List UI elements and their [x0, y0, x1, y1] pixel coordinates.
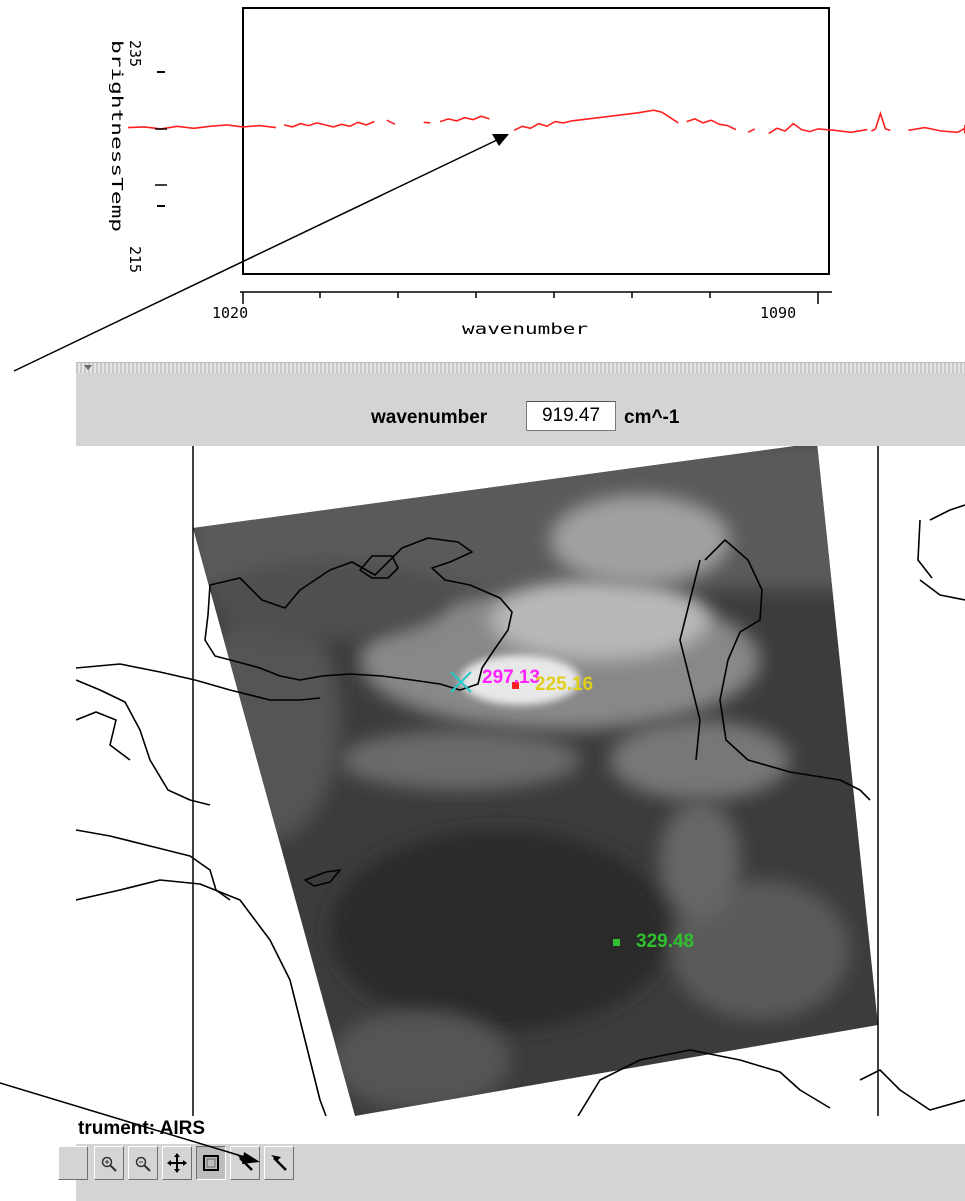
collapse-arrow-icon[interactable] [84, 365, 92, 370]
yellow-probe-label: 225.16 [535, 674, 593, 695]
x-axis: 1020 1090 wavenumber [212, 291, 832, 338]
green-probe-label: 329.48 [636, 931, 694, 952]
spectrum-chart: 235 215 brightnessTemp 1020 1090 wavenum… [108, 7, 965, 338]
y-axis: 235 215 brightnessTemp [108, 40, 167, 273]
select-box-button[interactable] [196, 1146, 226, 1180]
green-probe-marker[interactable] [613, 939, 620, 946]
plot-frame [242, 7, 830, 275]
series-0-segment-8 [768, 122, 868, 135]
wavenumber-label: wavenumber [371, 407, 488, 428]
series-0-segment-4 [439, 115, 490, 123]
pointer-alt-icon [271, 1155, 287, 1171]
series-0-segment-2 [386, 119, 396, 126]
map-display[interactable]: 297.13 225.16 329.48 [76, 446, 965, 1116]
pointer-alt-button[interactable] [264, 1146, 294, 1180]
series-0-segment-3 [423, 121, 431, 124]
y-tick-label-235: 235 [126, 40, 144, 67]
y-axis-title: brightnessTemp [108, 40, 126, 232]
pan-icon [167, 1153, 187, 1173]
map-toolbar [58, 1144, 965, 1201]
series-0-segment-9 [871, 110, 891, 132]
pointer-icon [237, 1155, 253, 1171]
pan-button[interactable] [162, 1146, 192, 1180]
instrument-status: trument: AIRS [76, 1116, 965, 1144]
series-layer [127, 109, 965, 135]
x-axis-title: wavenumber [462, 320, 588, 338]
select-box-icon [203, 1155, 219, 1171]
zoom-out-button[interactable] [128, 1146, 158, 1180]
magenta-probe-label: 297.13 [482, 667, 540, 688]
x-tick-label-1020: 1020 [212, 304, 248, 322]
y-tick-label-215: 215 [126, 246, 144, 273]
series-0-segment-0 [127, 124, 276, 130]
zoom-in-icon [101, 1156, 117, 1172]
instrument-label: trument: AIRS [78, 1118, 206, 1139]
series-0-segment-6 [686, 118, 737, 131]
partial-icon [63, 1153, 83, 1173]
partial-button[interactable] [58, 1146, 88, 1180]
wavenumber-unit: cm^-1 [624, 407, 680, 428]
wavenumber-bar: wavenumber cm^-1 [76, 373, 965, 446]
series-0-segment-5 [513, 109, 679, 132]
series-0-segment-10 [908, 126, 965, 134]
series-0-segment-7 [747, 128, 756, 134]
series-0-segment-1 [283, 120, 375, 128]
x-tick-label-1090: 1090 [760, 304, 796, 322]
zoom-out-icon [135, 1156, 151, 1172]
pointer-button[interactable] [230, 1146, 260, 1180]
zoom-in-button[interactable] [94, 1146, 124, 1180]
wavenumber-input[interactable] [526, 401, 616, 431]
